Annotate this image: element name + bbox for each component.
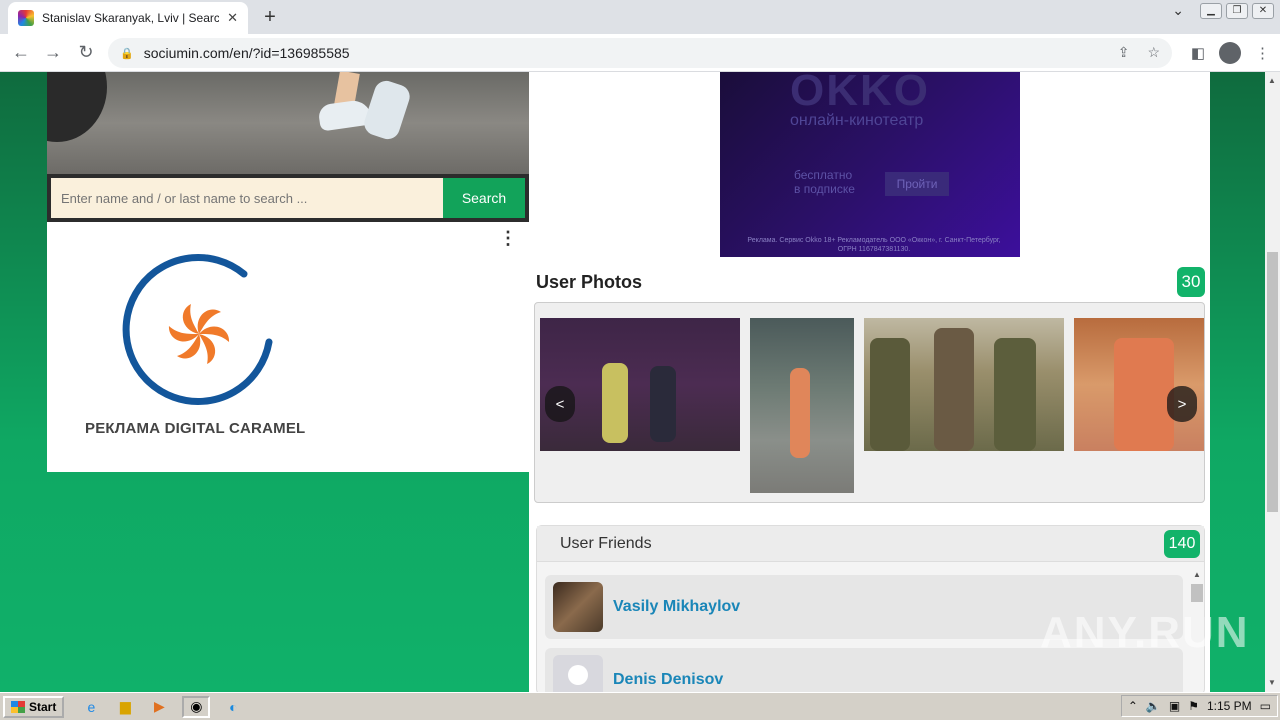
minimize-button[interactable]: ▁ — [1200, 2, 1222, 19]
window-controls: ⌄ ▁ ❐ ✕ — [1172, 2, 1274, 19]
ad-caption: РЕКЛАМА DIGITAL CARAMEL — [85, 420, 306, 437]
start-button[interactable]: Start — [3, 695, 65, 718]
network-icon[interactable]: ▣ — [1169, 699, 1180, 713]
lock-icon: 🔒 — [120, 47, 134, 60]
photo-figure — [870, 338, 910, 451]
carousel-next-button[interactable]: > — [1167, 386, 1197, 422]
okko-offer: бесплатно в подписке — [794, 168, 855, 196]
windows-taskbar: Start e ▆ ▶ ◉ ◐ ⌃ 🔈 ▣ ⚑ 1:15 PM ▭ — [0, 692, 1280, 720]
system-tray: ⌃ 🔈 ▣ ⚑ 1:15 PM ▭ — [1120, 695, 1278, 717]
carousel-prev-button[interactable]: < — [545, 386, 575, 422]
anyrun-watermark: ANY.RUN — [1040, 608, 1250, 657]
friends-scroll-thumb[interactable] — [1191, 584, 1203, 602]
tab-title: Stanislav Skaranyak, Lviv | Search In — [42, 11, 220, 25]
tab-search-icon[interactable]: ⌄ — [1172, 2, 1184, 19]
close-window-button[interactable]: ✕ — [1252, 2, 1274, 19]
new-tab-button[interactable]: + — [260, 6, 280, 29]
scroll-up-icon[interactable]: ▲ — [1193, 570, 1201, 579]
user-photo[interactable] — [1074, 318, 1204, 451]
photos-carousel: < > — [534, 302, 1205, 503]
friends-count-badge: 140 — [1164, 530, 1200, 558]
edge-icon[interactable]: ◐ — [222, 696, 244, 718]
ad-options-icon[interactable]: ⋮ — [499, 228, 517, 249]
user-photo[interactable] — [750, 318, 854, 493]
okko-legal-text: Реклама. Сервис Okko 18+ Рекламодатель О… — [747, 237, 1001, 253]
friends-header: User Friends 140 — [537, 526, 1204, 562]
photo-figure — [650, 366, 676, 442]
show-desktop-icon[interactable]: ▭ — [1260, 699, 1271, 713]
browser-tab[interactable]: Stanislav Skaranyak, Lviv | Search In ✕ — [8, 2, 248, 34]
back-icon[interactable]: ← — [10, 42, 32, 63]
okko-offer-line1: бесплатно — [794, 168, 853, 182]
menu-kebab-icon[interactable]: ⋮ — [1255, 44, 1270, 62]
friend-avatar — [553, 582, 603, 632]
browser-tab-bar: Stanislav Skaranyak, Lviv | Search In ✕ … — [0, 0, 1280, 34]
start-label: Start — [29, 699, 57, 714]
chrome-icon[interactable]: ◉ — [182, 695, 211, 718]
tray-expand-icon[interactable]: ⌃ — [1128, 699, 1138, 713]
photos-count-badge: 30 — [1177, 267, 1205, 297]
volume-icon[interactable]: 🔈 — [1146, 699, 1161, 713]
friend-name-link[interactable]: Vasily Mikhaylov — [613, 598, 740, 616]
favicon-icon — [18, 10, 34, 26]
scroll-up-icon[interactable]: ▲ — [1268, 76, 1276, 85]
share-icon[interactable]: ⇪ — [1118, 44, 1130, 61]
photo-figure — [790, 368, 810, 458]
ie-icon[interactable]: e — [80, 696, 102, 718]
bookmark-star-icon[interactable]: ☆ — [1147, 44, 1160, 61]
search-input[interactable] — [51, 178, 443, 218]
advertisement-left[interactable]: ⋮ РЕКЛАМА DIGITAL CARAMEL — [47, 222, 529, 472]
caramel-logo-icon — [122, 253, 273, 405]
okko-tagline: онлайн-кинотеатр — [790, 112, 924, 129]
url-text: sociumin.com/en/?id=136985585 — [143, 45, 350, 61]
photo-figure — [994, 338, 1036, 451]
user-friends-title: User Friends — [560, 535, 652, 552]
page-scroll-thumb[interactable] — [1267, 252, 1278, 512]
hero-tire — [47, 72, 107, 142]
advertisement-okko[interactable]: OKKO онлайн-кинотеатр бесплатно в подпис… — [720, 72, 1020, 257]
hero-image — [47, 72, 529, 174]
photo-figure — [1114, 338, 1174, 451]
forward-icon[interactable]: → — [42, 42, 64, 63]
close-tab-icon[interactable]: ✕ — [227, 10, 238, 26]
reload-icon[interactable]: ↻ — [75, 42, 97, 63]
media-player-icon[interactable]: ▶ — [148, 696, 170, 718]
clock: 1:15 PM — [1206, 699, 1252, 713]
side-panel-icon[interactable]: ◧ — [1191, 44, 1205, 62]
default-avatar-icon — [553, 655, 603, 692]
profile-avatar-icon[interactable] — [1219, 42, 1241, 64]
okko-cta-button[interactable]: Пройти — [885, 172, 949, 196]
search-button[interactable]: Search — [443, 178, 525, 218]
page-background: Search ⋮ РЕКЛАМА DIGITAL CARAMEL — [0, 72, 1265, 692]
scroll-down-icon[interactable]: ▼ — [1268, 678, 1276, 687]
folder-icon[interactable]: ▆ — [114, 696, 136, 718]
search-bar: Search — [47, 174, 529, 222]
right-column: OKKO онлайн-кинотеатр бесплатно в подпис… — [529, 72, 1210, 692]
okko-brand: OKKO — [790, 72, 930, 115]
browser-toolbar: ← → ↻ 🔒 sociumin.com/en/?id=136985585 ⇪ … — [0, 34, 1280, 72]
left-column: Search ⋮ РЕКЛАМА DIGITAL CARAMEL — [47, 72, 529, 472]
user-photo[interactable] — [864, 318, 1064, 451]
flag-icon[interactable]: ⚑ — [1188, 699, 1199, 713]
photo-figure — [602, 363, 628, 443]
friend-name-link[interactable]: Denis Denisov — [613, 671, 723, 689]
page-scrollbar[interactable]: ▲ ▼ — [1265, 72, 1280, 692]
okko-offer-line2: в подписке — [794, 182, 855, 196]
user-photo[interactable] — [540, 318, 740, 451]
user-photos-title: User Photos — [536, 272, 643, 292]
photo-figure — [934, 328, 974, 451]
address-bar[interactable]: 🔒 sociumin.com/en/?id=136985585 ⇪ ☆ — [108, 38, 1172, 68]
maximize-button[interactable]: ❐ — [1226, 2, 1248, 19]
hero-shoe — [361, 77, 413, 143]
windows-flag-icon — [11, 700, 25, 713]
